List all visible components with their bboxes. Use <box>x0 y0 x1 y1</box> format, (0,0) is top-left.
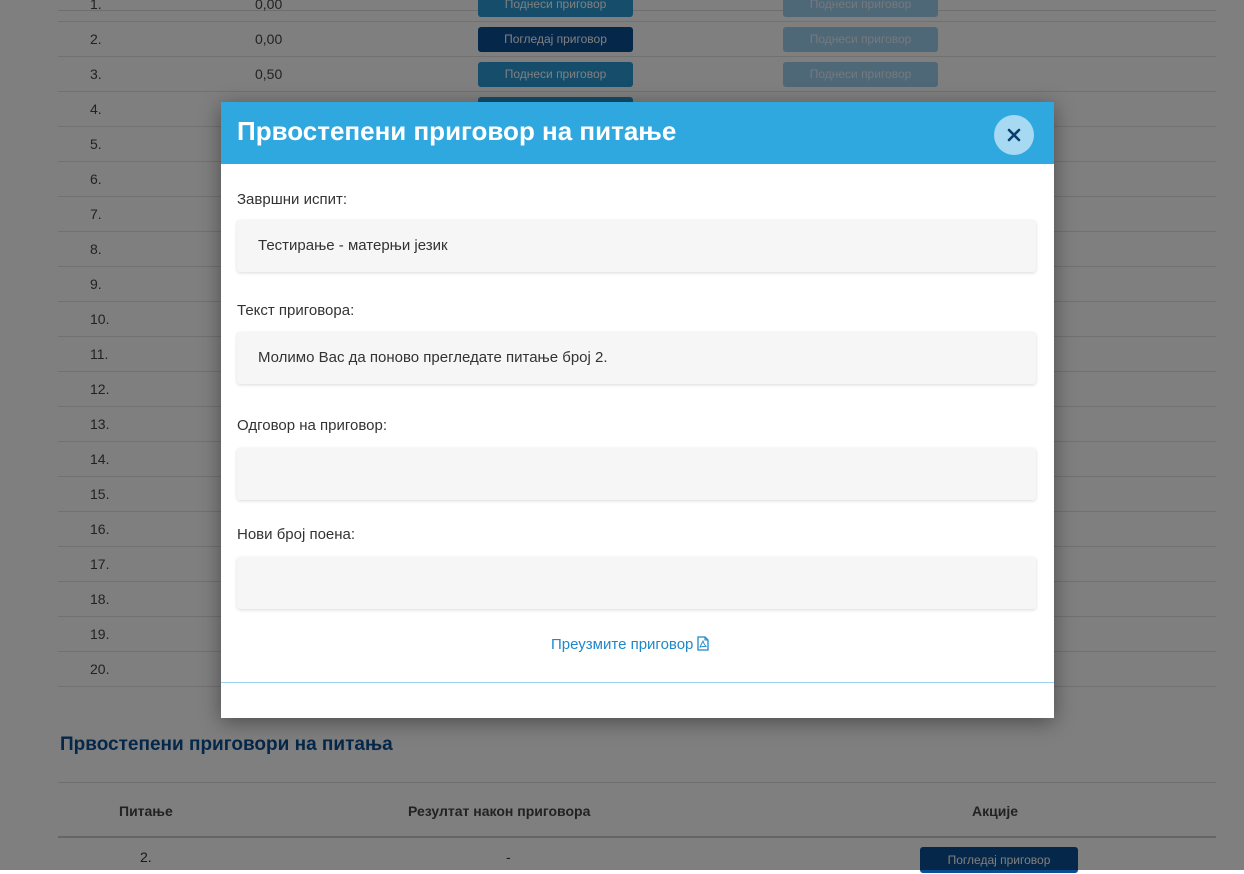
modal-close-button[interactable] <box>994 115 1034 155</box>
download-objection-label: Преузмите приговор <box>551 636 694 653</box>
objection-modal: Првостепени приговор на питање Завршни и… <box>221 102 1054 718</box>
modal-footer-divider <box>221 682 1054 683</box>
final-exam-label: Завршни испит: <box>237 191 347 208</box>
final-exam-field: Тестирање - матерњи језик <box>237 220 1036 272</box>
page: 1.0,00Поднеси приговорПоднеси приговор2.… <box>0 0 1244 873</box>
download-objection-link[interactable]: Преузмите приговор <box>551 636 710 653</box>
modal-header: Првостепени приговор на питање <box>221 102 1054 164</box>
pdf-file-icon <box>697 636 710 651</box>
objection-response-label: Одговор на приговор: <box>237 417 387 434</box>
modal-title: Првостепени приговор на питање <box>237 116 677 146</box>
close-icon <box>1007 128 1021 142</box>
new-points-field <box>237 557 1036 609</box>
objection-text-value: Молимо Вас да поново прегледате питање б… <box>258 349 608 366</box>
new-points-label: Нови број поена: <box>237 526 356 543</box>
final-exam-value: Тестирање - матерњи језик <box>258 237 448 254</box>
objection-text-label: Текст приговора: <box>237 302 355 319</box>
objection-text-field: Молимо Вас да поново прегледате питање б… <box>237 332 1036 384</box>
objection-response-field <box>237 448 1036 500</box>
